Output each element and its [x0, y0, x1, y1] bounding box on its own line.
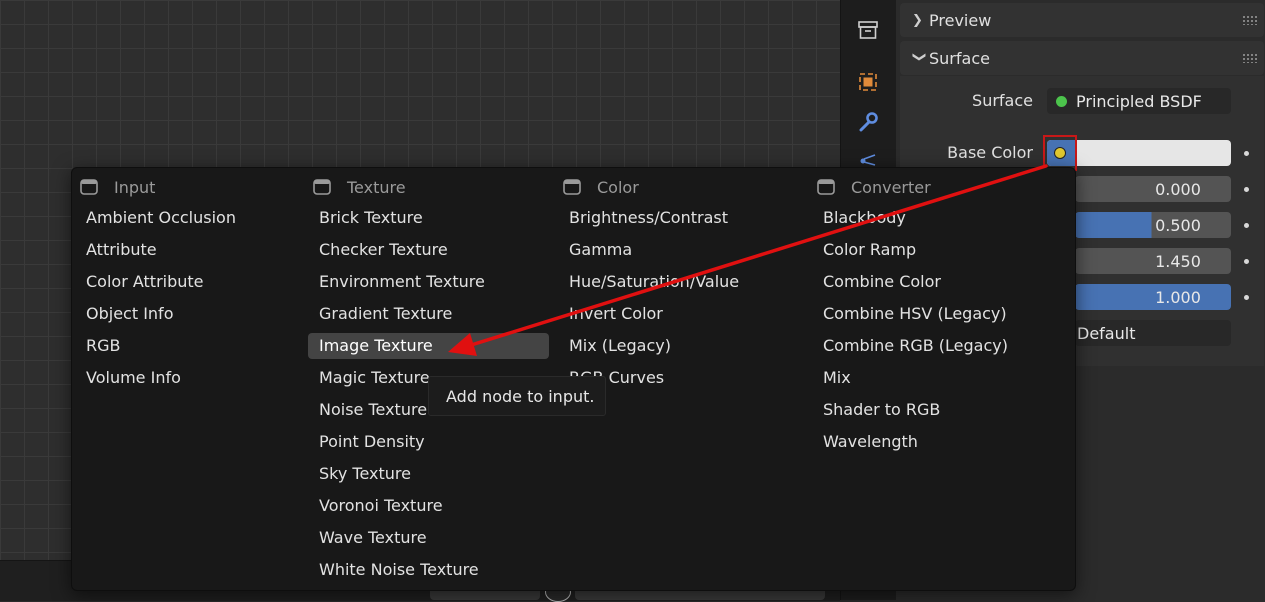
- value-field-3[interactable]: 1.450: [1075, 248, 1231, 274]
- menu-item-checker-texture[interactable]: Checker Texture: [308, 237, 448, 263]
- keyframe-dot-icon[interactable]: [1244, 223, 1249, 228]
- node-group-icon: [563, 178, 583, 196]
- column-header-color-label: Color: [597, 177, 639, 197]
- drag-grip-icon[interactable]: [1242, 53, 1258, 63]
- keyframe-dot-icon[interactable]: [1244, 295, 1249, 300]
- menu-item-blackbody[interactable]: Blackbody: [812, 205, 906, 231]
- menu-item-environment-texture[interactable]: Environment Texture: [308, 269, 485, 295]
- menu-item-color-ramp[interactable]: Color Ramp: [812, 237, 916, 263]
- menu-item-attribute[interactable]: Attribute: [75, 237, 157, 263]
- preview-panel-header[interactable]: ❯ Preview: [900, 3, 1264, 37]
- column-header-input: Input: [80, 176, 155, 198]
- surface-title: Surface: [929, 48, 990, 68]
- value-field-4[interactable]: 1.000: [1075, 284, 1231, 310]
- menu-item-point-density[interactable]: Point Density: [308, 429, 425, 455]
- base-color-label: Base Color: [947, 143, 1033, 162]
- menu-item-wave-texture[interactable]: Wave Texture: [308, 525, 427, 551]
- drag-grip-icon[interactable]: [1242, 15, 1258, 25]
- keyframe-dot-icon[interactable]: [1244, 259, 1249, 264]
- menu-item-object-info[interactable]: Object Info: [75, 301, 173, 327]
- shader-dot-icon: [1056, 95, 1067, 107]
- menu-item-mix[interactable]: Mix: [812, 365, 851, 391]
- menu-item-sky-texture[interactable]: Sky Texture: [308, 461, 411, 487]
- keyframe-dot-icon[interactable]: [1244, 187, 1249, 192]
- menu-item-color-attribute[interactable]: Color Attribute: [75, 269, 204, 295]
- column-header-texture: Texture: [313, 176, 406, 198]
- column-header-texture-label: Texture: [347, 177, 406, 197]
- surface-shader-value: Principled BSDF: [1076, 91, 1202, 111]
- menu-item-shader-to-rgb[interactable]: Shader to RGB: [812, 397, 940, 423]
- menu-item-combine-color[interactable]: Combine Color: [812, 269, 941, 295]
- default-dropdown[interactable]: Default: [1075, 320, 1231, 346]
- menu-item-voronoi-texture[interactable]: Voronoi Texture: [308, 493, 443, 519]
- value-field-1[interactable]: 0.000: [1075, 176, 1231, 202]
- menu-item-noise-texture[interactable]: Noise Texture: [308, 397, 427, 423]
- column-header-converter: Converter: [817, 176, 931, 198]
- tooltip: Add node to input.: [428, 376, 606, 416]
- chevron-right-icon: ❯: [912, 12, 923, 28]
- archive-icon[interactable]: [856, 18, 880, 42]
- menu-item-gradient-texture[interactable]: Gradient Texture: [308, 301, 452, 327]
- keyframe-dot-icon[interactable]: [1244, 151, 1249, 156]
- menu-item-white-noise-texture[interactable]: White Noise Texture: [308, 557, 479, 583]
- menu-item-ambient-occlusion[interactable]: Ambient Occlusion: [75, 205, 236, 231]
- column-header-converter-label: Converter: [851, 177, 931, 197]
- node-group-icon: [313, 178, 333, 196]
- menu-item-image-texture[interactable]: Image Texture: [308, 333, 549, 359]
- menu-item-gamma[interactable]: Gamma: [558, 237, 632, 263]
- menu-item-rgb[interactable]: RGB: [75, 333, 121, 359]
- node-group-icon: [80, 178, 100, 196]
- menu-item-hue-saturation-value[interactable]: Hue/Saturation/Value: [558, 269, 739, 295]
- value-field-2[interactable]: 0.500: [1075, 212, 1231, 238]
- value-field-2-text: 0.500: [1155, 215, 1201, 235]
- surface-label: Surface: [972, 91, 1033, 110]
- value-field-1-text: 0.000: [1155, 179, 1201, 199]
- menu-item-volume-info[interactable]: Volume Info: [75, 365, 181, 391]
- surface-shader-field[interactable]: Principled BSDF: [1047, 88, 1231, 114]
- preview-title: Preview: [929, 10, 992, 30]
- menu-item-magic-texture[interactable]: Magic Texture: [308, 365, 430, 391]
- tooltip-text: Add node to input.: [446, 386, 595, 406]
- menu-item-combine-hsv-legacy[interactable]: Combine HSV (Legacy): [812, 301, 1007, 327]
- object-icon[interactable]: [856, 70, 880, 94]
- column-header-color: Color: [563, 176, 639, 198]
- surface-panel-header[interactable]: ❯ Surface: [900, 41, 1264, 75]
- value-field-4-text: 1.000: [1155, 287, 1201, 307]
- menu-item-combine-rgb-legacy[interactable]: Combine RGB (Legacy): [812, 333, 1008, 359]
- default-dropdown-text: Default: [1077, 323, 1136, 343]
- menu-item-wavelength[interactable]: Wavelength: [812, 429, 918, 455]
- menu-item-invert-color[interactable]: Invert Color: [558, 301, 663, 327]
- wrench-icon[interactable]: [856, 110, 880, 134]
- value-field-3-text: 1.450: [1155, 251, 1201, 271]
- node-group-icon: [817, 178, 837, 196]
- highlight-box: [1043, 135, 1077, 171]
- menu-item-brick-texture[interactable]: Brick Texture: [308, 205, 423, 231]
- column-header-input-label: Input: [114, 177, 156, 197]
- menu-item-brightness-contrast[interactable]: Brightness/Contrast: [558, 205, 728, 231]
- chevron-down-icon: ❯: [911, 51, 927, 62]
- menu-item-mix-legacy[interactable]: Mix (Legacy): [558, 333, 671, 359]
